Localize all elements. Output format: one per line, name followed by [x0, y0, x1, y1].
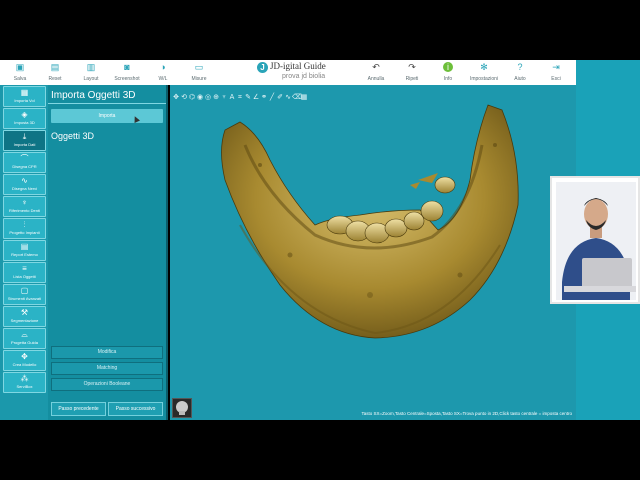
matching-button[interactable]: Matching: [51, 362, 163, 375]
tools-icon: ▢: [20, 286, 29, 295]
info-icon: i: [443, 62, 453, 72]
sidebar-item-report[interactable]: ▤ Report Estemo: [3, 240, 46, 261]
import-button[interactable]: Importa: [51, 109, 163, 123]
panel-divider: [48, 103, 166, 104]
redo-button[interactable]: ↷ Ripeti: [394, 62, 430, 84]
screenshot-icon: ◙: [124, 62, 130, 72]
workflow-sidebar: ▦ Importa Vol ◈ Imposta 3D ⤓ Importa Dat…: [0, 85, 48, 420]
sidebar-item-segmentation[interactable]: ⚒ Segmentazione: [3, 306, 46, 327]
save-icon: ▣: [15, 62, 25, 72]
cube-icon: ◈: [21, 110, 28, 119]
main-toolbar: ▣ Salva ▤ Reset ▥ Layout ◙ Screenshot ◑ …: [0, 60, 576, 85]
info-button[interactable]: i Info: [430, 62, 466, 84]
sidebar-item-servibox[interactable]: ⁂ ServiBox: [3, 372, 46, 393]
sidebar-item-import-volume[interactable]: ▦ Importa Vol: [3, 86, 46, 107]
wrench-icon: ⚒: [20, 308, 29, 317]
settings-icon: ✻: [480, 62, 488, 72]
nerve-icon: ∿: [21, 176, 28, 185]
list-icon: ≡: [22, 264, 27, 273]
report-icon: ▤: [20, 242, 29, 251]
help-icon: ?: [517, 62, 523, 72]
presenter-video: [556, 182, 636, 300]
objects-3d-title: Oggetti 3D: [51, 131, 95, 141]
screen: ▣ Salva ▤ Reset ▥ Layout ◙ Screenshot ◑ …: [0, 0, 640, 480]
logo-name: JD-igital Guide: [270, 61, 326, 71]
implant-icon: ⫶: [23, 220, 26, 229]
sidebar-item-object-list[interactable]: ≡ Lista Oggetti: [3, 262, 46, 283]
skull-thumbnail[interactable]: [172, 398, 192, 418]
curve-icon: ⌒: [20, 154, 29, 163]
handshake-icon: ✥: [21, 352, 28, 361]
sidebar-item-create-model[interactable]: ✥ Crea Modello: [3, 350, 46, 371]
3d-viewport[interactable]: ✥ ⟲ ⌬ ◉ ◎ ⊕ ♆ A ⌗ ✎ ∠ ⚭ ╱ ✐ ∿⌫▦ Tasto SX…: [170, 85, 576, 420]
exit-icon: ⇥: [552, 62, 560, 72]
window-level-icon: ◑: [160, 62, 166, 72]
sidebar-item-draw-nerves[interactable]: ∿ Disegna Nervi: [3, 174, 46, 195]
undo-icon: ↶: [372, 62, 380, 72]
sidebar-item-setup-3d[interactable]: ◈ Imposta 3D: [3, 108, 46, 129]
layout-icon: ▥: [86, 62, 96, 72]
screenshot-button[interactable]: ◙ Screenshot: [109, 62, 145, 84]
modify-button[interactable]: Modifica: [51, 346, 163, 359]
logo-tagline: prova jd biolia: [282, 73, 326, 80]
webcam-overlay: [550, 176, 640, 304]
logo-mark-icon: J: [257, 62, 268, 73]
save-button[interactable]: ▣ Salva: [2, 62, 38, 84]
panel-title: Importa Oggetti 3D: [51, 90, 136, 101]
guide-icon: ⌓: [21, 330, 28, 339]
sidebar-item-implant-project[interactable]: ⫶ Progetto Impianti: [3, 218, 46, 239]
undo-button[interactable]: ↶ Annulla: [358, 62, 394, 84]
next-step-button[interactable]: Passo successivo: [108, 402, 163, 416]
volume-icon: ▦: [20, 88, 29, 97]
reset-icon: ▤: [50, 62, 60, 72]
download-icon: ⤓: [22, 132, 27, 141]
app-logo: J JD-igital Guide prova jd biolia: [255, 61, 335, 83]
status-hint: Tasto SX=Zoom,Tasto Centrale=Sposta,Tast…: [361, 411, 572, 416]
sidebar-item-guide-design[interactable]: ⌓ Progetta Guida: [3, 328, 46, 349]
ruler-icon: ▭: [194, 62, 204, 72]
settings-button[interactable]: ✻ Impostazioni: [466, 62, 502, 84]
help-button[interactable]: ? Aiuto: [502, 62, 538, 84]
layout-button[interactable]: ▥ Layout: [73, 62, 109, 84]
boolean-operations-button[interactable]: Operazioni Booleane: [51, 378, 163, 391]
sidebar-item-draw-cpr[interactable]: ⌒ Disegna CPR: [3, 152, 46, 173]
window-level-button[interactable]: ◑ W/L: [145, 62, 181, 84]
nodes-icon: ⁂: [20, 374, 29, 383]
redo-icon: ↷: [408, 62, 416, 72]
tooth-icon: ♆: [21, 198, 28, 207]
previous-step-button[interactable]: Passo precedente: [51, 402, 106, 416]
measure-button[interactable]: ▭ Misure: [181, 62, 217, 84]
jaw-3d-model: [221, 104, 519, 339]
sidebar-item-teeth-reference[interactable]: ♆ Riferimento Denti: [3, 196, 46, 217]
exit-button[interactable]: ⇥ Esci: [538, 62, 574, 84]
import-objects-panel: Importa Oggetti 3D Importa Oggetti 3D Mo…: [48, 85, 168, 420]
sidebar-item-advanced-tools[interactable]: ▢ Strumenti Avanzati: [3, 284, 46, 305]
sidebar-item-import-data[interactable]: ⤓ Importa Dati: [3, 130, 46, 151]
reset-button[interactable]: ▤ Reset: [37, 62, 73, 84]
